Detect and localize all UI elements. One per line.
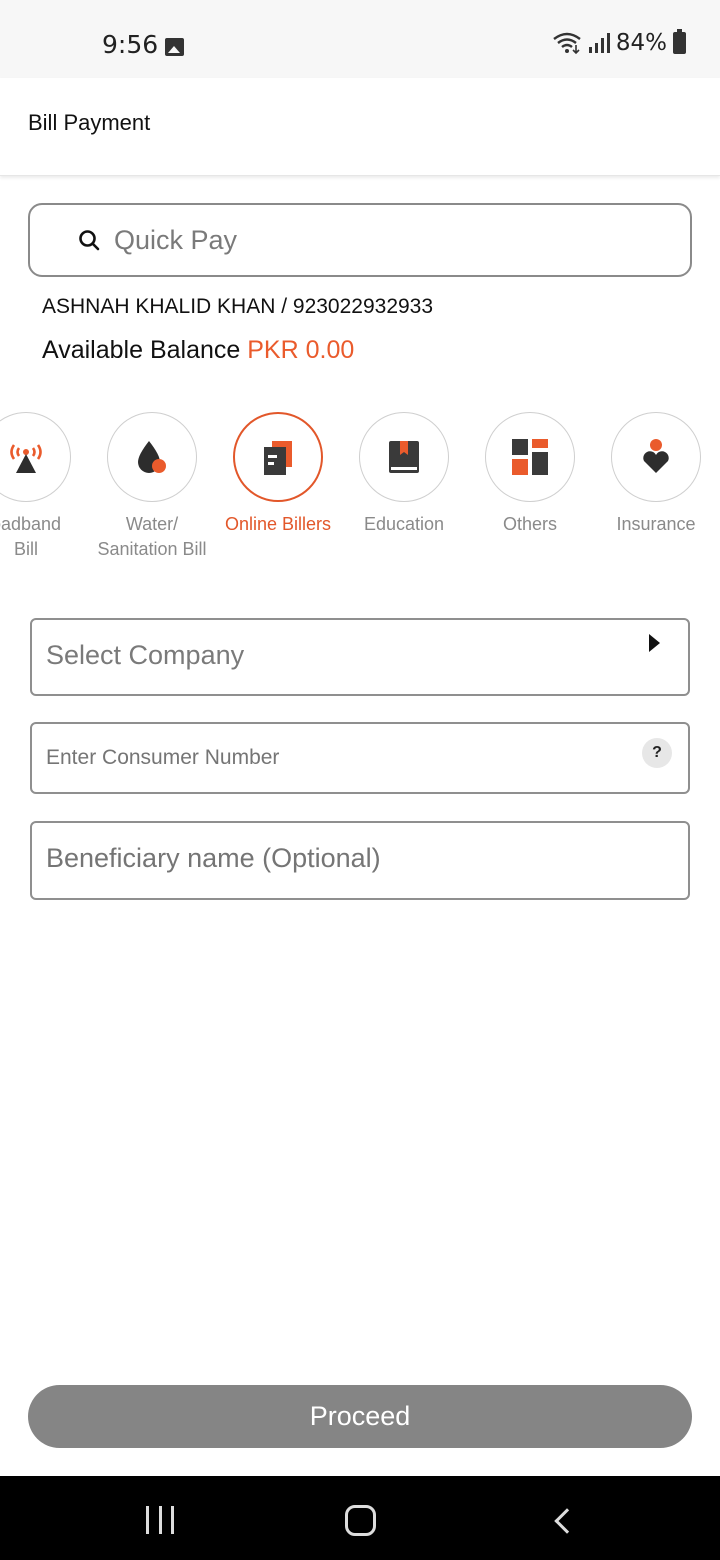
category-icon-circle xyxy=(233,412,323,502)
signal-icon xyxy=(588,33,610,53)
beneficiary-name-input[interactable] xyxy=(46,843,666,874)
category-icon-circle xyxy=(359,412,449,502)
category-label: Online Billers xyxy=(224,514,332,534)
status-indicators: 84% xyxy=(552,29,686,56)
account-name-number: ASHNAH KHALID KHAN / 923022932933 xyxy=(42,295,434,318)
page-title: Bill Payment xyxy=(28,110,151,135)
online-billers-icon xyxy=(264,441,292,475)
proceed-button[interactable]: Proceed xyxy=(28,1385,692,1448)
category-icon-circle xyxy=(0,412,71,502)
caret-right-icon xyxy=(649,634,660,652)
quick-pay-input[interactable] xyxy=(114,219,654,261)
help-icon[interactable]: ? xyxy=(642,738,672,768)
category-icon-circle xyxy=(107,412,197,502)
category-label: Insurance xyxy=(616,514,696,534)
consumer-number-field[interactable]: ? xyxy=(30,722,690,794)
system-navigation-bar xyxy=(0,1476,720,1560)
status-bar: 9:56 84% xyxy=(0,0,720,78)
image-notification-icon xyxy=(165,38,184,56)
beneficiary-name-field[interactable] xyxy=(30,821,690,900)
category-label: Education xyxy=(363,514,445,534)
water-drop-icon xyxy=(138,441,166,473)
quick-pay-search[interactable] xyxy=(28,203,692,277)
recent-apps-icon[interactable] xyxy=(146,1506,174,1534)
battery-percentage: 84% xyxy=(615,30,667,56)
balance-label: Available Balance xyxy=(42,336,241,364)
insurance-person-heart-icon xyxy=(643,439,669,473)
category-education[interactable]: Education xyxy=(334,412,474,537)
balance-amount: PKR 0.00 xyxy=(247,336,355,364)
wifi-icon xyxy=(553,32,581,55)
category-insurance[interactable]: Insurance xyxy=(586,412,720,537)
select-company-dropdown[interactable]: Select Company xyxy=(30,618,690,696)
category-icon-circle xyxy=(485,412,575,502)
home-icon[interactable] xyxy=(345,1505,376,1536)
category-water-sanitation[interactable]: Water/ Sanitation Bill xyxy=(82,412,222,562)
category-label: Others xyxy=(502,514,558,534)
grid-icon xyxy=(512,439,548,475)
book-icon xyxy=(389,441,419,473)
consumer-number-input[interactable] xyxy=(46,746,606,770)
battery-icon xyxy=(673,29,686,54)
select-company-label: Select Company xyxy=(46,640,245,670)
category-online-billers[interactable]: Online Billers xyxy=(208,412,348,537)
category-icon-circle xyxy=(611,412,701,502)
back-icon[interactable] xyxy=(554,1508,580,1534)
app-header: Bill Payment xyxy=(0,78,720,176)
category-others[interactable]: Others xyxy=(460,412,600,537)
available-balance: Available Balance PKR 0.00 xyxy=(42,336,354,365)
search-icon xyxy=(79,230,100,251)
broadband-tower-icon xyxy=(10,444,42,473)
category-label: Water/ Sanitation Bill xyxy=(97,514,207,559)
status-time: 9:56 xyxy=(102,30,159,59)
